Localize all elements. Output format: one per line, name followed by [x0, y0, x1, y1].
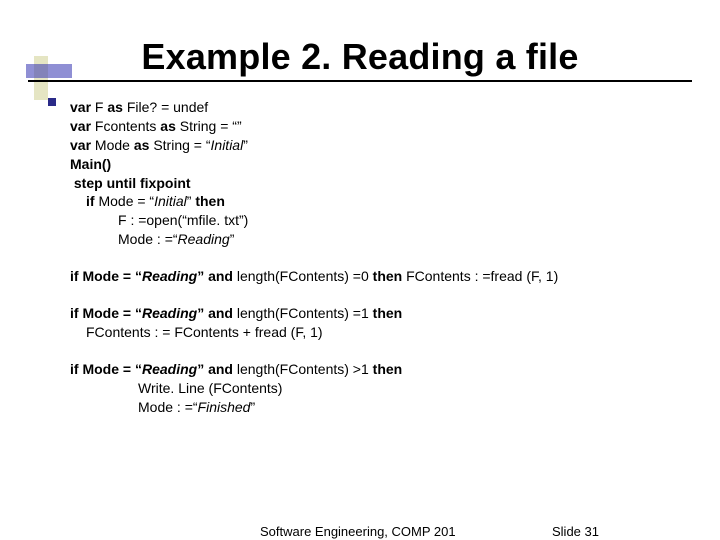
code-line: FContents : = FContents + fread (F, 1): [70, 323, 698, 342]
code-line: var Fcontents as String = “”: [70, 117, 698, 136]
code-line: Main(): [70, 155, 698, 174]
code-line: var Mode as String = “Initial”: [70, 136, 698, 155]
slide-body: var F as File? = undef var Fcontents as …: [70, 98, 698, 416]
code-line: Write. Line (FContents): [70, 379, 698, 398]
code-line: Mode : =“Finished”: [70, 398, 698, 417]
code-line: if Mode = “Initial” then: [70, 192, 698, 211]
bullet-icon: [48, 98, 56, 106]
code-line: if Mode = “Reading” and length(FContents…: [70, 360, 698, 379]
code-line: var F as File? = undef: [70, 98, 698, 117]
code-line: F : =open(“mfile. txt”): [70, 211, 698, 230]
title-underline: [28, 80, 692, 82]
slide: Example 2. Reading a file var F as File?…: [0, 0, 720, 540]
footer-page: Slide 31: [552, 524, 599, 539]
code-line: step until fixpoint: [70, 174, 698, 193]
code-line: if Mode = “Reading” and length(FContents…: [70, 304, 698, 323]
code-line: if Mode = “Reading” and length(FContents…: [70, 267, 698, 286]
slide-title: Example 2. Reading a file: [0, 36, 720, 78]
code-line: Mode : =“Reading”: [70, 230, 698, 249]
footer-course: Software Engineering, COMP 201: [260, 524, 456, 539]
